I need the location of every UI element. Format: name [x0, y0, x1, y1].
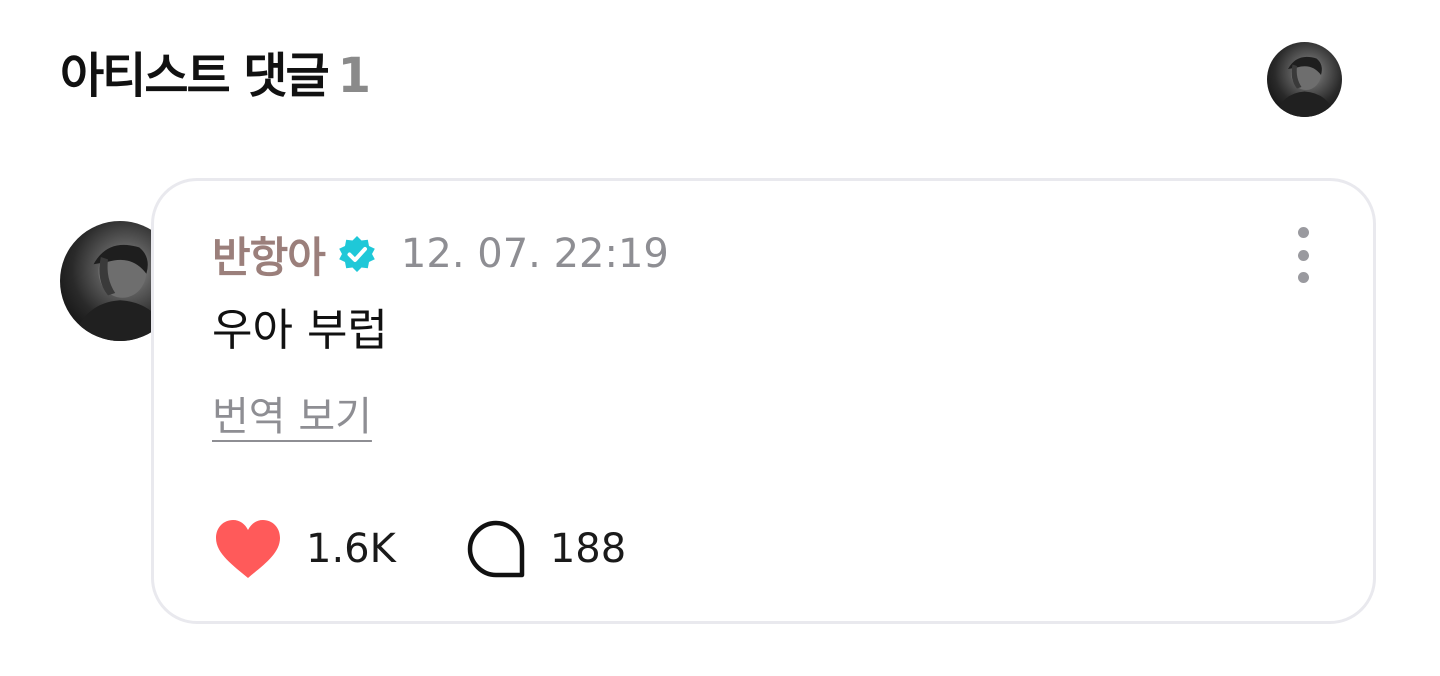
more-dot — [1297, 249, 1309, 261]
comment-meta: 반항아 12. 07. 22:19 — [212, 221, 669, 287]
more-vertical-icon — [1297, 227, 1309, 238]
section-title: 아티스트 댓글 — [60, 48, 330, 104]
artist-comments-header: 아티스트 댓글 1 — [60, 44, 371, 108]
speech-bubble-icon — [466, 519, 526, 579]
more-dot — [1297, 272, 1309, 283]
heart-icon — [214, 518, 282, 580]
reply-count: 188 — [549, 526, 627, 572]
comment-text: 우아 부럽 — [212, 305, 388, 356]
comment-card: 반항아 12. 07. 22:19 우아 부럽 번역 보기 1.6K 188 — [151, 178, 1376, 624]
comment-count: 1 — [337, 48, 371, 104]
like-button[interactable]: 1.6K — [214, 518, 396, 580]
comment-actions: 1.6K 188 — [214, 517, 626, 581]
comment-timestamp: 12. 07. 22:19 — [400, 231, 669, 277]
profile-avatar[interactable] — [1267, 42, 1342, 117]
more-options-button[interactable] — [1291, 227, 1315, 283]
author-name[interactable]: 반항아 — [212, 224, 326, 285]
reply-button[interactable]: 188 — [466, 519, 626, 579]
verified-badge-icon — [337, 234, 377, 274]
translate-link[interactable]: 번역 보기 — [212, 391, 372, 443]
avatar-image — [1274, 56, 1336, 117]
like-count: 1.6K — [306, 526, 396, 572]
